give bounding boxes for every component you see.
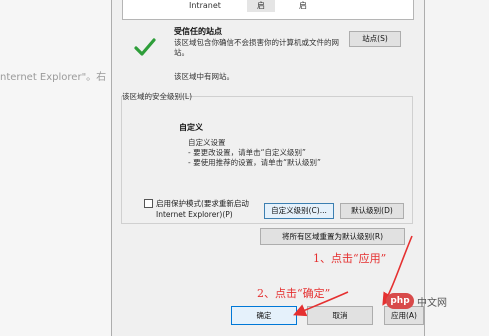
watermark: php 中文网 bbox=[386, 292, 447, 310]
annotation-step-apply: 1、点击“应用” bbox=[313, 252, 387, 265]
security-level-label: 该区域的安全级别(L) bbox=[122, 92, 193, 101]
cancel-button[interactable]: 取消 bbox=[307, 306, 373, 325]
checkmark-icon bbox=[134, 38, 156, 56]
php-logo-icon: php bbox=[386, 293, 414, 309]
zone-value-2: 启 bbox=[299, 1, 307, 10]
protected-mode-checkbox[interactable] bbox=[144, 199, 153, 208]
background-page-left bbox=[0, 0, 111, 336]
protected-mode-label[interactable]: 启用保护模式(要求重新启动 Internet Explorer)(P) bbox=[156, 198, 266, 220]
zone-list[interactable]: Intranet 启 启 bbox=[122, 0, 414, 20]
zone-value-1: 启 bbox=[247, 0, 275, 12]
sites-button[interactable]: 站点(S) bbox=[349, 31, 401, 47]
zone-sites-status: 该区域中有网站。 bbox=[174, 72, 234, 81]
background-page-right bbox=[425, 0, 489, 336]
zone-description: 该区域包含你确信不会损害你的计算机或文件的网站。 bbox=[174, 38, 339, 57]
security-level-title: 自定义 bbox=[179, 123, 203, 132]
custom-level-button[interactable]: 自定义级别(C)... bbox=[264, 203, 334, 219]
default-level-button[interactable]: 默认级别(D) bbox=[340, 203, 404, 219]
zone-title: 受信任的站点 bbox=[174, 27, 222, 36]
custom-settings-hint-default: - 要使用推荐的设置，请单击“默认级别” bbox=[188, 158, 321, 167]
zone-row-intranet[interactable]: Intranet 启 启 bbox=[123, 0, 413, 14]
ok-button[interactable]: 确定 bbox=[231, 306, 297, 325]
reset-all-zones-button[interactable]: 将所有区域重置为默认级别(R) bbox=[260, 228, 405, 245]
background-article-snippet: nternet Explorer"。右 bbox=[0, 72, 107, 83]
watermark-text: 中文网 bbox=[417, 297, 447, 309]
zone-name: Intranet bbox=[189, 1, 221, 10]
annotation-step-ok: 2、点击“确定” bbox=[257, 287, 331, 300]
